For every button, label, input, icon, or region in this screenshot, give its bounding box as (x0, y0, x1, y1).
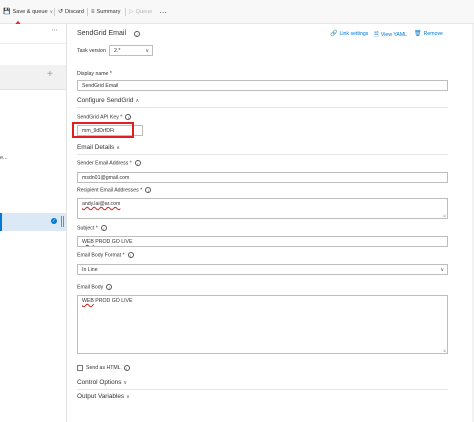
subject-value-rest: PROD GO LIVE (93, 239, 133, 245)
section-divider (77, 107, 448, 108)
more-options-icon[interactable]: ⋯ (51, 26, 58, 34)
sender-email-label: Sender Email Address * i (77, 160, 141, 166)
view-yaml-label: View YAML (380, 32, 408, 38)
chevron-down-icon: ∨ (440, 267, 444, 273)
annotation-highlight-box (72, 122, 134, 138)
sender-email-input[interactable]: msdn01@gmail.com (77, 172, 448, 183)
api-key-label: SendGrid API Key * i (77, 114, 132, 120)
checkbox-box[interactable] (77, 365, 83, 371)
chevron-down-icon: ∨ (126, 394, 130, 400)
link-settings-label: Link settings (339, 30, 369, 37)
task-title: SendGrid Email (77, 30, 127, 37)
chevron-down-icon[interactable]: ∨ (50, 9, 53, 15)
task-details-pane: SendGrid Email i 🔗 Link settings 🗎 View … (68, 24, 474, 422)
more-actions-icon[interactable]: ⋯ (159, 7, 167, 17)
save-and-queue-button[interactable]: 💾 Save & queue ∨ (3, 7, 53, 17)
remove-label: Remove (423, 30, 443, 37)
email-body-label: Email Body i (77, 284, 113, 290)
task-version-label: Task version (77, 48, 106, 54)
add-task-icon[interactable]: + (47, 69, 53, 80)
info-icon[interactable]: i (100, 225, 107, 231)
info-icon[interactable]: i (125, 114, 132, 120)
info-icon[interactable]: i (123, 365, 130, 371)
toolbar-separator (125, 8, 126, 16)
chevron-up-icon: ∧ (135, 98, 140, 104)
toolbar: 💾 Save & queue ∨ ↺ Discard ≡ Summary ▷ Q… (0, 0, 474, 24)
trash-icon: 🗑 (414, 31, 422, 37)
toolbar-separator (54, 8, 55, 16)
toolbar-separator (87, 8, 88, 16)
save-icon: 💾 (3, 9, 11, 15)
email-body-textarea[interactable]: WEB PROD GO LIVE ⇲ (77, 295, 448, 354)
discard-label: Discard (65, 9, 84, 15)
chevron-down-icon: ∨ (123, 380, 128, 386)
configure-sendgrid-section[interactable]: Configure SendGrid ∧ (77, 97, 139, 104)
link-settings-button[interactable]: 🔗 Link settings (330, 30, 369, 38)
undo-icon: ↺ (58, 9, 64, 15)
email-details-section[interactable]: Email Details ∧ (77, 144, 120, 151)
control-options-section[interactable]: Control Options ∨ (77, 379, 127, 386)
left-text-fragment: e... (0, 155, 8, 161)
display-name-label: Display name * (77, 71, 112, 77)
resize-handle-icon[interactable]: ⇲ (443, 349, 446, 353)
summary-label: Summary (96, 9, 121, 15)
remove-button[interactable]: 🗑 Remove (414, 30, 443, 38)
email-body-value-rest: PROD GO LIVE (93, 298, 133, 304)
task-version-select[interactable]: 2.* ∨ (109, 45, 153, 56)
list-icon: ≡ (91, 9, 95, 15)
save-and-queue-label: Save & queue (12, 9, 48, 15)
body-format-select[interactable]: In Line ∨ (77, 264, 448, 275)
send-as-html-label: Send as HTML (86, 365, 121, 371)
drag-handle-icon[interactable] (61, 216, 64, 227)
left-pane: ⋯ + e... ✓ (0, 24, 67, 422)
section-divider (77, 389, 448, 390)
queue-button[interactable]: ▷ Queue (129, 7, 152, 17)
play-icon: ▷ (129, 9, 134, 15)
agent-job-row[interactable]: + (0, 65, 66, 90)
output-variables-title: Output Variables (77, 393, 125, 400)
check-circle-icon: ✓ (51, 218, 57, 224)
chevron-down-icon: ∨ (145, 48, 149, 54)
summary-button[interactable]: ≡ Summary (91, 7, 120, 17)
discard-button[interactable]: ↺ Discard (58, 7, 84, 17)
configure-sendgrid-title: Configure SendGrid (77, 97, 134, 104)
section-divider (77, 154, 448, 155)
info-icon[interactable]: i (134, 160, 141, 166)
recipient-email-textarea[interactable]: andy.lai@ar.com ⇲ (77, 198, 448, 219)
body-format-value: In Line (82, 267, 98, 273)
pipeline-row[interactable]: ⋯ (0, 24, 66, 44)
body-format-label: Email Body Format * i (77, 252, 134, 258)
selected-task-row[interactable]: ✓ (0, 213, 66, 231)
info-icon[interactable]: i (134, 31, 140, 37)
email-body-value-word: WEB (82, 298, 94, 304)
send-as-html-checkbox[interactable]: Send as HTML i (77, 365, 130, 371)
queue-label: Queue (135, 9, 153, 15)
document-icon: 🗎 (374, 32, 379, 38)
chevron-up-icon: ∧ (116, 145, 120, 151)
email-details-title: Email Details (77, 144, 115, 151)
info-icon[interactable]: i (106, 284, 113, 290)
resize-handle-icon[interactable]: ⇲ (443, 214, 446, 218)
display-name-input[interactable]: SendGrid Email (77, 80, 448, 91)
link-icon: 🔗 (330, 31, 338, 37)
task-version-value: 2.* (114, 48, 121, 54)
subject-value-word: WEB (82, 239, 94, 245)
view-yaml-button[interactable]: 🗎 View YAML (374, 30, 407, 40)
subject-label: Subject * i (77, 225, 107, 231)
info-icon[interactable]: i (127, 252, 134, 258)
recipient-email-value: andy.lai@ar.com (82, 201, 121, 207)
output-variables-section[interactable]: Output Variables ∨ (77, 393, 130, 400)
info-icon[interactable]: i (145, 187, 152, 193)
control-options-title: Control Options (77, 379, 122, 386)
subject-input[interactable]: WEB PROD GO LIVE (77, 236, 448, 247)
recipient-email-label: Recipient Email Addresses * i (77, 187, 152, 193)
